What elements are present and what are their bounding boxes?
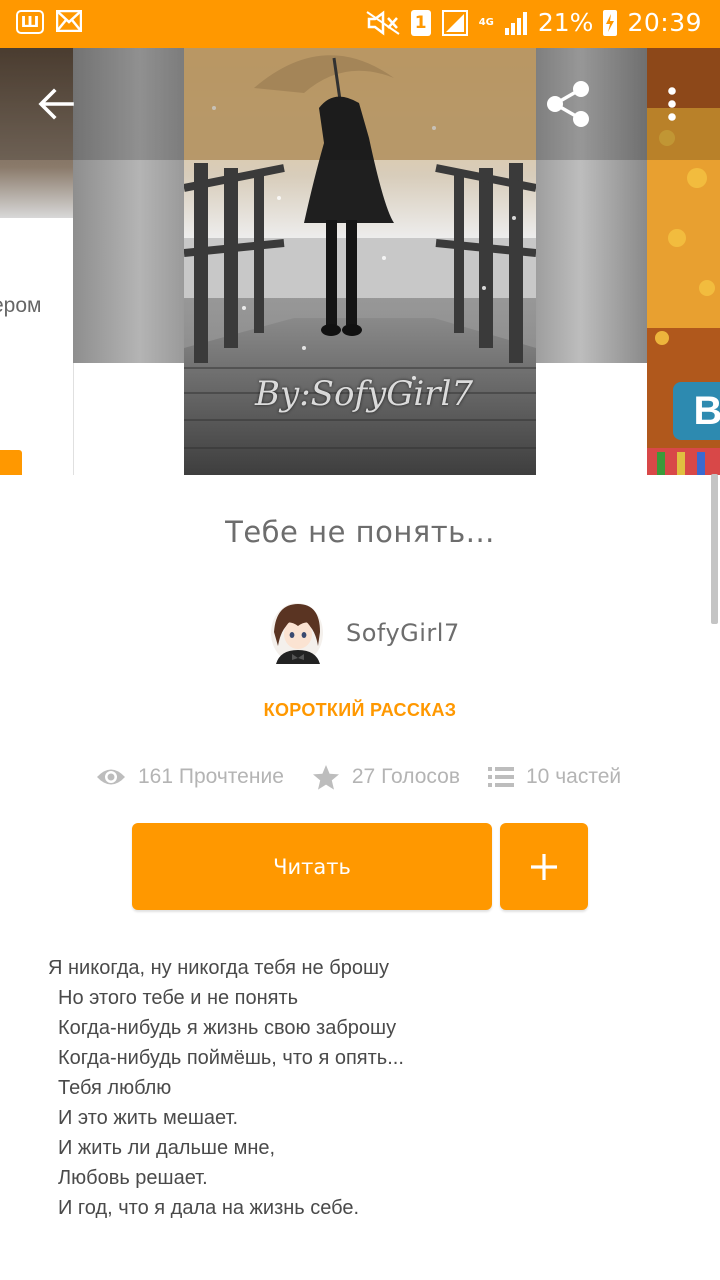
back-button[interactable] bbox=[30, 78, 82, 130]
reads-count: 161 Прочтение bbox=[138, 765, 284, 788]
read-button[interactable]: Читать bbox=[132, 823, 492, 910]
author-name[interactable]: SofyGirl7 bbox=[346, 619, 460, 647]
sim-slot-icon: 1 bbox=[410, 9, 431, 36]
description-line: Когда-нибудь поймёшь, что я опять... bbox=[58, 1047, 404, 1069]
arrow-left-icon bbox=[38, 88, 74, 120]
clock: 20:39 bbox=[627, 8, 702, 37]
mute-icon bbox=[366, 10, 400, 35]
description-line: Но этого тебе и не понять bbox=[58, 987, 299, 1009]
battery-charging-icon bbox=[603, 9, 618, 36]
top-app-bar bbox=[0, 48, 720, 160]
signal-2-icon bbox=[504, 11, 527, 35]
author-avatar bbox=[271, 603, 323, 664]
network-type-label: 4G bbox=[478, 16, 494, 28]
votes-stat: 27 Голосов bbox=[312, 764, 460, 791]
eye-icon bbox=[97, 769, 125, 785]
previous-cover-text: ером bbox=[0, 294, 42, 317]
add-to-library-button[interactable] bbox=[500, 823, 588, 910]
previous-cover-button bbox=[0, 450, 22, 475]
description-line: Тебя люблю bbox=[58, 1077, 172, 1099]
description-line: Любовь решает. bbox=[58, 1167, 208, 1189]
votes-count: 27 Голосов bbox=[351, 765, 460, 788]
author-link[interactable]: SofyGirl7 bbox=[270, 602, 460, 664]
cover-signature: By:SofyGirl7 bbox=[255, 374, 473, 414]
reads-stat: 161 Прочтение bbox=[96, 765, 284, 789]
story-category[interactable]: КОРОТКИЙ РАССКАЗ bbox=[0, 700, 720, 721]
description-line: И жить ли дальше мне, bbox=[58, 1137, 276, 1159]
story-description: Я никогда, ну никогда тебя не брошу Но э… bbox=[48, 953, 688, 1223]
page-scrollbar[interactable] bbox=[711, 474, 718, 624]
share-icon bbox=[547, 81, 589, 127]
description-line: Когда-нибудь я жизнь свою заброшу bbox=[58, 1017, 397, 1039]
share-button[interactable] bbox=[538, 74, 598, 134]
list-icon bbox=[488, 767, 514, 787]
signal-1-icon bbox=[441, 9, 468, 36]
parts-stat[interactable]: 10 частей bbox=[488, 765, 621, 789]
star-icon bbox=[312, 764, 339, 790]
mail-notification-icon bbox=[56, 10, 82, 32]
description-line: Я никогда, ну никогда тебя не брошу bbox=[48, 957, 389, 979]
status-bar: Ш 1 4G 21% 20:39 bbox=[0, 0, 720, 48]
description-line: И это жить мешает. bbox=[58, 1107, 238, 1129]
description-line: И год, что я дала на жизнь себе. bbox=[58, 1197, 360, 1219]
story-title: Тебе не понять... bbox=[225, 515, 495, 549]
next-cover-letter: B bbox=[673, 382, 720, 440]
app-notification-icon: Ш bbox=[16, 10, 44, 34]
plus-icon bbox=[531, 853, 557, 880]
more-options-button[interactable] bbox=[654, 78, 690, 130]
more-vert-icon bbox=[668, 87, 676, 121]
battery-percent: 21% bbox=[537, 8, 594, 37]
parts-count: 10 частей bbox=[526, 765, 622, 788]
story-stats: 161 Прочтение 27 Голосов 10 частей bbox=[96, 760, 621, 794]
